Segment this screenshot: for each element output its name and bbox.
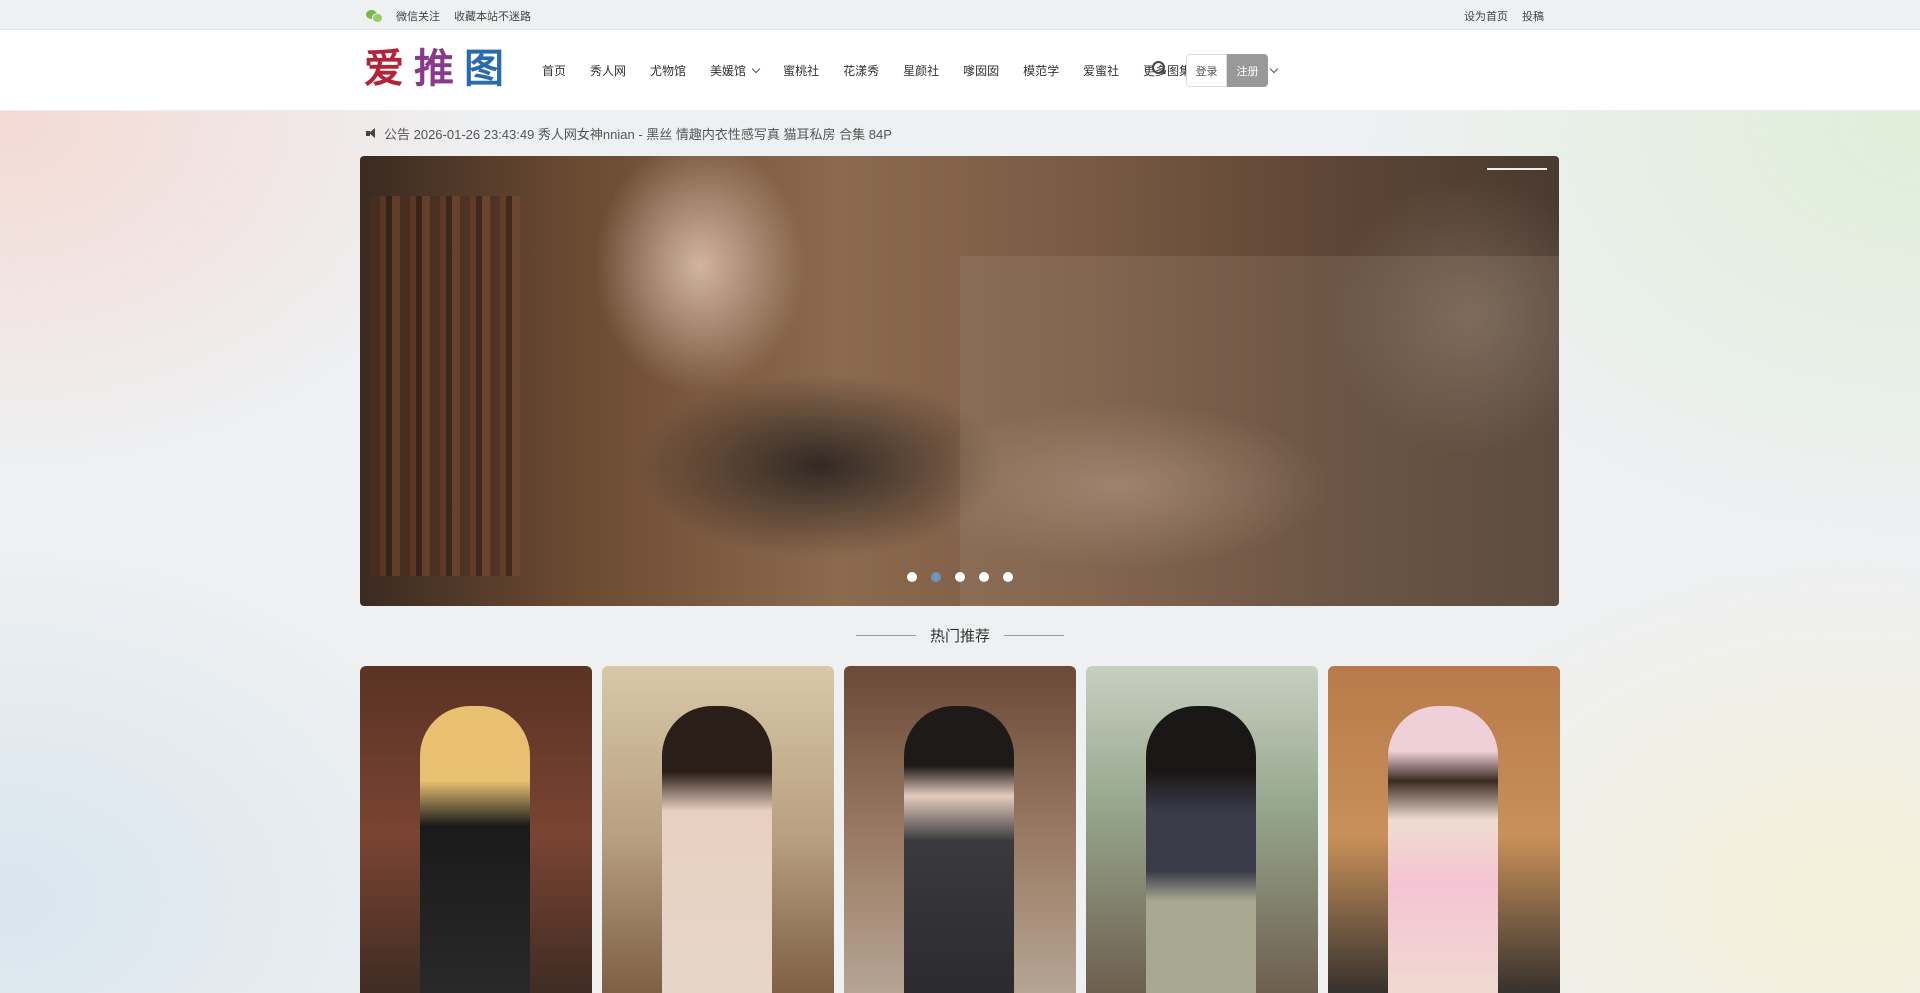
main-nav: 首页秀人网尤物馆美媛馆蜜桃社花漾秀星颜社嗲囡囡模范学爱蜜社更多图集其他站 — [530, 30, 1289, 111]
carousel-dot-3[interactable] — [954, 572, 965, 582]
photo-card-4[interactable] — [1086, 666, 1318, 993]
card-image — [904, 706, 1014, 993]
nav-item-label: 爱蜜社 — [1083, 64, 1120, 78]
nav-item-label: 秀人网 — [590, 64, 627, 78]
nav-item-5[interactable]: 蜜桃社 — [771, 62, 831, 79]
card-image — [662, 706, 772, 993]
nav-item-label: 首页 — [542, 64, 567, 78]
wechat-icon — [366, 10, 383, 23]
section-title: 热门推荐 — [929, 628, 990, 645]
site-header: 爱 推 图 首页秀人网尤物馆美媛馆蜜桃社花漾秀星颜社嗲囡囡模范学爱蜜社更多图集其… — [0, 30, 1920, 111]
notice-text[interactable]: 公告 2026-01-26 23:43:49 秀人网女神nnian - 黑丝 情… — [384, 124, 892, 143]
logo-char-3: 图 — [464, 45, 504, 92]
nav-item-label: 更多图集 — [1143, 64, 1192, 78]
nav-item-10[interactable]: 爱蜜社 — [1071, 62, 1131, 79]
logo-char-2: 推 — [414, 45, 454, 92]
card-grid — [360, 666, 1560, 993]
nav-item-label: 蜜桃社 — [783, 64, 820, 78]
section-divider-right — [1004, 635, 1064, 636]
nav-item-label: 模范学 — [1023, 64, 1060, 78]
wechat-follow-link[interactable]: 微信关注 — [396, 8, 440, 24]
section-divider-left — [855, 635, 916, 636]
login-button[interactable]: 登录 — [1186, 54, 1227, 87]
bookmark-link[interactable]: 收藏本站不迷路 — [454, 8, 531, 24]
top-bar-left: 微信关注 收藏本站不迷路 — [366, 8, 531, 24]
photo-card-5[interactable] — [1328, 666, 1560, 993]
nav-item-3[interactable]: 尤物馆 — [638, 62, 698, 79]
submit-link[interactable]: 投稿 — [1522, 8, 1544, 24]
carousel-dot-2[interactable] — [930, 572, 941, 582]
banner-image-overlay — [960, 256, 1559, 606]
nav-item-1[interactable]: 首页 — [530, 62, 578, 79]
card-image — [1146, 706, 1256, 993]
nav-item-label: 尤物馆 — [650, 64, 687, 78]
auth-buttons: 登录 注册 — [1186, 54, 1268, 87]
set-homepage-link[interactable]: 设为首页 — [1464, 8, 1508, 24]
speaker-icon — [366, 128, 378, 139]
section-header: 热门推荐 — [0, 625, 1920, 646]
card-image — [1388, 706, 1498, 993]
nav-item-2[interactable]: 秀人网 — [578, 62, 638, 79]
nav-item-7[interactable]: 星颜社 — [891, 62, 951, 79]
carousel-dot-1[interactable] — [906, 572, 917, 582]
nav-item-label: 美媛馆 — [710, 64, 747, 78]
banner-image-bookshelf — [370, 196, 520, 576]
hero-carousel[interactable] — [360, 156, 1559, 606]
nav-item-8[interactable]: 嗲囡囡 — [951, 62, 1011, 79]
photo-card-1[interactable] — [360, 666, 592, 993]
carousel-progress-line — [1487, 168, 1547, 170]
carousel-dots — [360, 572, 1559, 582]
search-icon[interactable] — [1152, 61, 1166, 75]
site-logo[interactable]: 爱 推 图 — [364, 44, 504, 94]
nav-item-6[interactable]: 花漾秀 — [831, 62, 891, 79]
photo-card-2[interactable] — [602, 666, 834, 993]
logo-char-1: 爱 — [364, 45, 404, 92]
notice-bar: 公告 2026-01-26 23:43:49 秀人网女神nnian - 黑丝 情… — [366, 124, 892, 143]
top-bar-right: 设为首页 投稿 — [1464, 8, 1544, 24]
nav-item-4[interactable]: 美媛馆 — [698, 62, 771, 79]
register-button[interactable]: 注册 — [1227, 54, 1268, 87]
carousel-dot-4[interactable] — [978, 572, 989, 582]
chevron-down-icon — [751, 64, 761, 73]
nav-item-label: 花漾秀 — [843, 64, 880, 78]
carousel-dot-5[interactable] — [1002, 572, 1013, 582]
nav-item-label: 嗲囡囡 — [963, 64, 1000, 78]
card-image — [420, 706, 530, 993]
nav-item-9[interactable]: 模范学 — [1011, 62, 1071, 79]
chevron-down-icon — [1269, 64, 1279, 73]
top-bar: 微信关注 收藏本站不迷路 设为首页 投稿 — [0, 0, 1920, 30]
nav-item-label: 星颜社 — [903, 64, 940, 78]
photo-card-3[interactable] — [844, 666, 1076, 993]
